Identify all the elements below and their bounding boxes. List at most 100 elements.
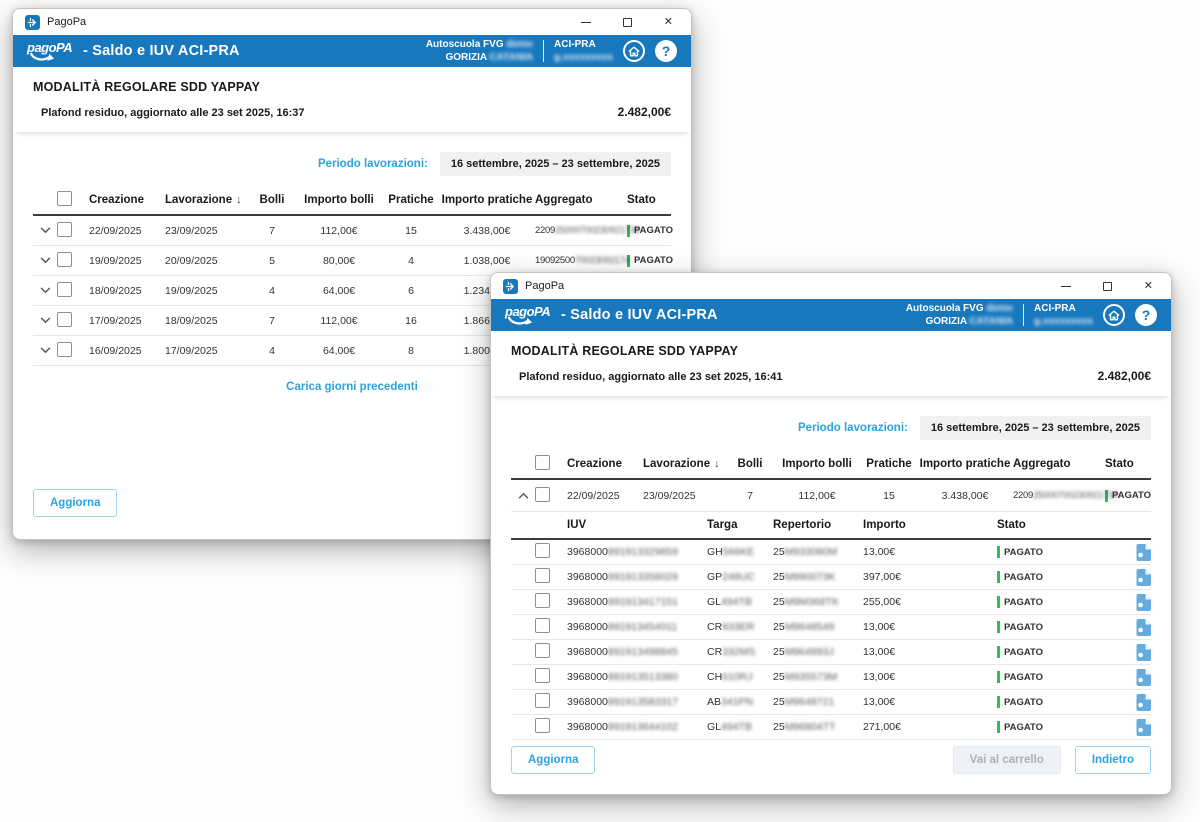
col-creazione[interactable]: Creazione [89,194,165,206]
chevron-down-icon[interactable] [33,287,57,294]
col-pratiche[interactable]: Pratiche [383,194,439,206]
chevron-down-icon[interactable] [33,227,57,234]
col-iuv: IUV [567,519,707,531]
cell-iuv: 3968000891913644102 [567,721,707,733]
iuv-checkbox[interactable] [535,593,550,608]
receipt-document-icon[interactable] [1117,644,1151,661]
iuv-row[interactable]: 3968000891913358029 GP248UC 25M990073K 3… [511,565,1151,590]
receipt-document-icon[interactable] [1117,719,1151,736]
row-checkbox[interactable] [57,222,72,237]
iuv-checkbox[interactable] [535,643,550,658]
cell-importo-bolli: 112,00€ [295,315,383,327]
plafond-value: 2.482,00€ [1098,369,1151,383]
minimize-icon[interactable] [1061,286,1071,287]
col-bolli[interactable]: Bolli [249,194,295,206]
col-aggregato[interactable]: Aggregato [1013,458,1105,470]
iuv-checkbox[interactable] [535,618,550,633]
maximize-icon[interactable] [1103,282,1112,291]
col-stato[interactable]: Stato [627,194,671,206]
row-checkbox[interactable] [57,252,72,267]
vai-al-carrello-button[interactable]: Vai al carrello [953,746,1061,774]
cell-aggregato: 220925000700230921738 [535,225,627,236]
receipt-document-icon[interactable] [1117,594,1151,611]
cell-creazione: 16/09/2025 [89,345,165,357]
row-checkbox[interactable] [535,487,550,502]
cell-bolli: 4 [249,345,295,357]
aggiorna-button[interactable]: Aggiorna [511,746,595,774]
titlebar[interactable]: PagoPa ✕ [13,9,691,35]
cell-targa: GL494TB [707,721,773,733]
status-badge: PAGATO [997,671,1117,683]
plafond-panel: MODALITÀ REGOLARE SDD YAPPAY Plafond res… [491,331,1171,396]
select-all-checkbox[interactable] [57,191,72,206]
iuv-row[interactable]: 3968000891913513380 CH610RJ 25M935573M 1… [511,665,1151,690]
receipt-document-icon[interactable] [1117,569,1151,586]
iuv-row[interactable]: 3968000891913329859 GH566KE 25M933080M 1… [511,540,1151,565]
chevron-down-icon[interactable] [33,257,57,264]
col-creazione[interactable]: Creazione [567,458,643,470]
row-checkbox[interactable] [57,342,72,357]
minimize-icon[interactable] [581,22,591,23]
receipt-document-icon[interactable] [1117,544,1151,561]
status-badge: PAGATO [997,546,1117,558]
window-title: PagoPa [525,280,564,292]
receipt-document-icon[interactable] [1117,694,1151,711]
col-pratiche[interactable]: Pratiche [861,458,917,470]
cell-iuv: 3968000891913454011 [567,621,707,633]
receipt-document-icon[interactable] [1117,669,1151,686]
iuv-checkbox[interactable] [535,668,550,683]
iuv-checkbox[interactable] [535,543,550,558]
iuv-row[interactable]: 3968000891913417151 GL494TB 25M9M368TK 2… [511,590,1151,615]
period-range-selector[interactable]: 16 settembre, 2025 – 23 settembre, 2025 [920,416,1151,440]
cell-targa: GL494TB [707,596,773,608]
iuv-checkbox[interactable] [535,718,550,733]
col-importo-pratiche[interactable]: Importo pratiche [917,458,1013,470]
home-icon[interactable] [1103,304,1125,326]
col-aggregato[interactable]: Aggregato [535,194,627,206]
col-stato: Stato [997,519,1117,531]
row-checkbox[interactable] [57,282,72,297]
titlebar[interactable]: PagoPa ✕ [491,273,1171,299]
chevron-up-icon[interactable] [511,492,535,499]
cell-lavorazione: 17/09/2025 [165,345,249,357]
home-icon[interactable] [623,40,645,62]
receipt-document-icon[interactable] [1117,619,1151,636]
iuv-table-header: IUV Targa Repertorio Importo Stato [511,512,1151,540]
table-row[interactable]: 22/09/2025 23/09/2025 7 112,00€ 15 3.438… [33,216,671,246]
cell-pratiche: 15 [861,490,917,502]
cell-importo-pratiche: 3.438,00€ [917,490,1013,502]
iuv-row[interactable]: 3968000891913583317 AB341PN 25M9648721 1… [511,690,1151,715]
iuv-row[interactable]: 3968000891913498845 CR332MS 25M964893J 1… [511,640,1151,665]
cell-iuv: 3968000891913583317 [567,696,707,708]
cell-lavorazione: 18/09/2025 [165,315,249,327]
load-previous-days-link[interactable]: Carica giorni precedenti [286,381,418,393]
col-lavorazione[interactable]: Lavorazione↓ [165,194,249,206]
help-icon[interactable]: ? [655,40,677,62]
col-bolli[interactable]: Bolli [727,458,773,470]
close-icon[interactable]: ✕ [664,17,673,28]
close-icon[interactable]: ✕ [1144,281,1153,292]
col-importo-pratiche[interactable]: Importo pratiche [439,194,535,206]
period-range-selector[interactable]: 16 settembre, 2025 – 23 settembre, 2025 [440,152,671,176]
col-lavorazione[interactable]: Lavorazione↓ [643,458,727,470]
status-badge: PAGATO [997,646,1117,658]
iuv-checkbox[interactable] [535,693,550,708]
account-label: ACI-PRA g.xxxxxxxxx [554,38,613,64]
indietro-button[interactable]: Indietro [1075,746,1151,774]
cell-pratiche: 15 [383,225,439,237]
row-checkbox[interactable] [57,312,72,327]
cell-bolli: 7 [727,490,773,502]
help-icon[interactable]: ? [1135,304,1157,326]
chevron-down-icon[interactable] [33,317,57,324]
chevron-down-icon[interactable] [33,347,57,354]
iuv-row[interactable]: 3968000891913454011 CR933ER 25M9648549 1… [511,615,1151,640]
maximize-icon[interactable] [623,18,632,27]
col-importo-bolli[interactable]: Importo bolli [295,194,383,206]
iuv-checkbox[interactable] [535,568,550,583]
expanded-table-row[interactable]: 22/09/2025 23/09/2025 7 112,00€ 15 3.438… [511,480,1151,512]
aggiorna-button[interactable]: Aggiorna [33,489,117,517]
col-stato[interactable]: Stato [1105,458,1151,470]
select-all-checkbox[interactable] [535,455,550,470]
col-importo-bolli[interactable]: Importo bolli [773,458,861,470]
iuv-row[interactable]: 3968000891913644102 GL494TB 25M96804TT 2… [511,715,1151,740]
